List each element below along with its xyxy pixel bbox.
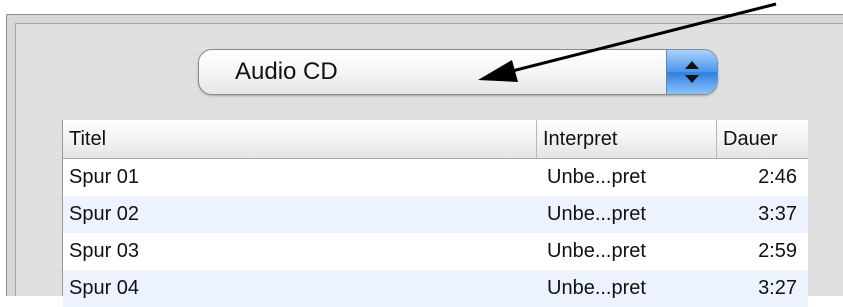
annotation-arrow-icon	[478, 2, 777, 82]
